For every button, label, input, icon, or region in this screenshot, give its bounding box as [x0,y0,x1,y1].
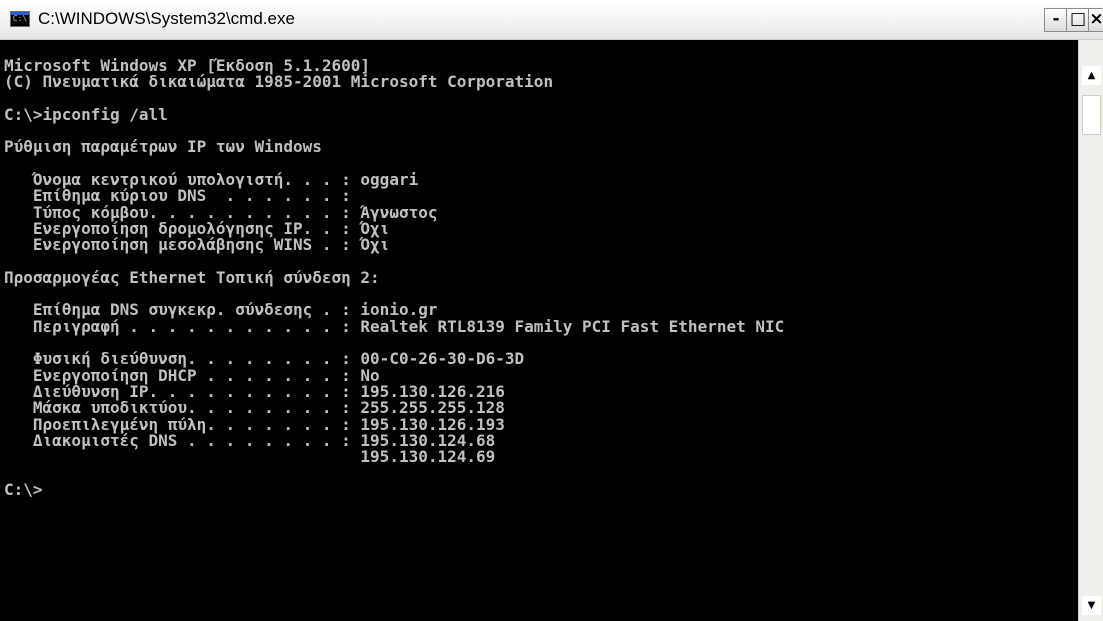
vertical-scrollbar[interactable]: ▲ ▼ [1078,40,1103,621]
console-line: (C) Πνευματικά δικαιώματα 1985-2001 Micr… [4,72,554,92]
console-line: Περιγραφή . . . . . . . . . . . : Realte… [4,316,785,336]
maximize-button[interactable]: □ [1066,8,1090,32]
console-line: Ρύθμιση παραμέτρων IP των Windows [4,137,322,157]
title-bar[interactable]: C:\ C:\WINDOWS\System32\cmd.exe - □ × [0,0,1103,40]
console-line: C:\> [4,479,43,499]
console-window: C:\ C:\WINDOWS\System32\cmd.exe - □ × Mi… [0,0,1103,621]
minimize-button[interactable]: - [1044,8,1068,32]
console-line: Προσαρμογέας Ethernet Τοπική σύνδεση 2: [4,267,380,287]
cmd-icon[interactable]: C:\ [10,11,30,27]
close-button[interactable]: × [1088,8,1103,32]
window-title: C:\WINDOWS\System32\cmd.exe [38,9,295,28]
console-output-area[interactable]: Microsoft Windows XP [Έκδοση 5.1.2600] (C… [0,40,1078,621]
console-line: 195.130.124.69 [4,447,496,467]
console-line: Ενεργοποίηση μεσολάβησης WINS . : Όχι [4,235,390,255]
scroll-up-button[interactable]: ▲ [1082,66,1101,85]
console-text: Microsoft Windows XP [Έκδοση 5.1.2600] (C… [4,57,785,499]
console-line: C:\>ipconfig /all [4,104,168,124]
scroll-thumb[interactable] [1082,95,1101,135]
scroll-down-button[interactable]: ▼ [1082,596,1101,615]
